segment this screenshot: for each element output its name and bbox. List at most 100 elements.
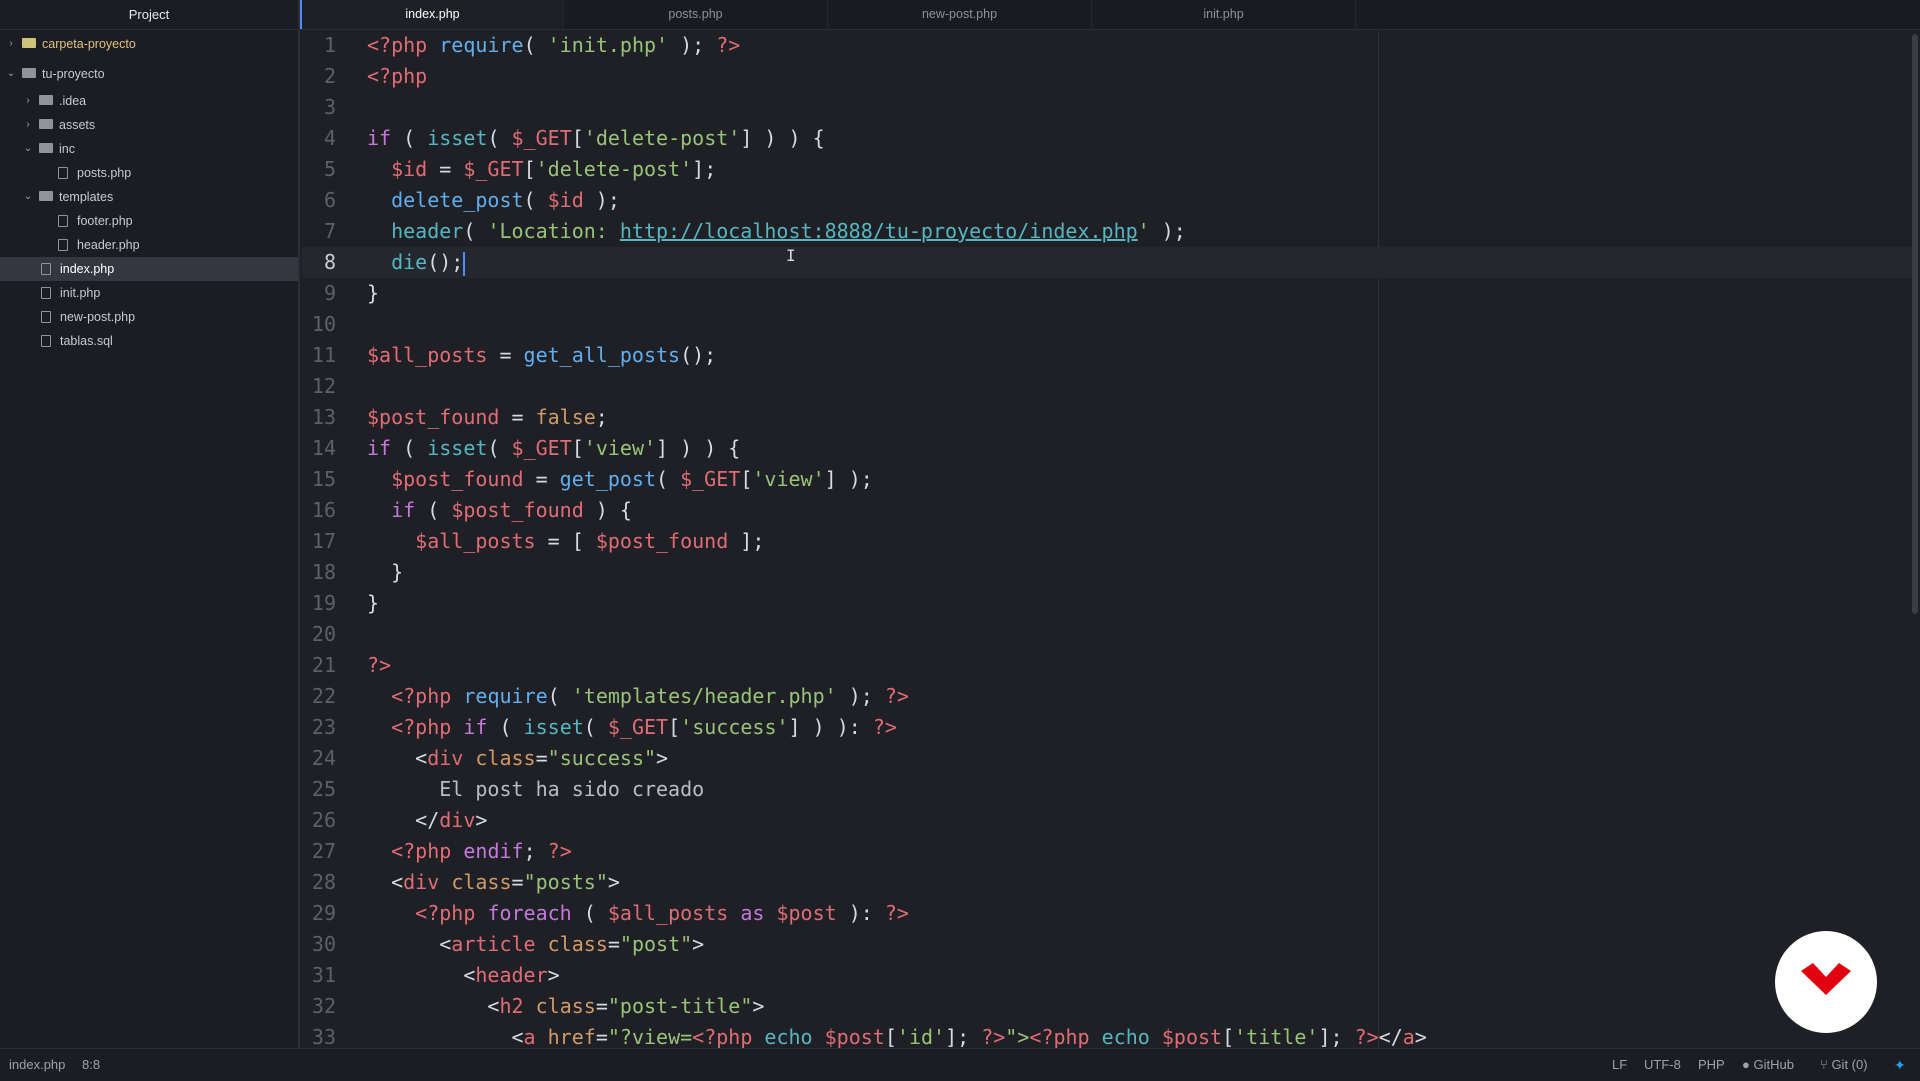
tree-folder-templates[interactable]: ⌄ templates bbox=[0, 185, 298, 209]
folder-icon bbox=[39, 191, 53, 201]
line-code: <?php require( 'init.php' ); ?> bbox=[367, 33, 741, 57]
tree-file-index-php[interactable]: index.php bbox=[0, 257, 298, 281]
channel-logo bbox=[1775, 931, 1877, 1033]
code-line-20[interactable]: 20 bbox=[302, 619, 1912, 650]
line-code: } bbox=[367, 560, 404, 584]
code-line-30[interactable]: 30 <article class="post"> bbox=[302, 929, 1912, 960]
line-code: <?php bbox=[367, 64, 428, 88]
line-number: 6 bbox=[323, 188, 336, 212]
tree-folder-tu-proyecto[interactable]: ⌄ tu-proyecto bbox=[0, 62, 298, 86]
mouse-ibeam-cursor: I bbox=[786, 246, 796, 265]
project-panel-title: Project bbox=[0, 0, 298, 30]
code-line-8[interactable]: 8 die(); bbox=[302, 247, 1912, 278]
line-number: 3 bbox=[323, 95, 336, 119]
line-number: 20 bbox=[311, 622, 336, 646]
tree-item-label: tu-proyecto bbox=[42, 67, 105, 81]
chevron-down-icon[interactable]: ⌄ bbox=[6, 62, 16, 86]
code-line-26[interactable]: 26 </div> bbox=[302, 805, 1912, 836]
line-code: $post_found = get_post( $_GET['view'] ); bbox=[391, 467, 873, 491]
status-grammar[interactable]: PHP bbox=[1698, 1049, 1725, 1081]
code-line-1[interactable]: 1 <?php require( 'init.php' ); ?> bbox=[302, 30, 1912, 61]
code-line-27[interactable]: 27 <?php endif; ?> bbox=[302, 836, 1912, 867]
line-number: 13 bbox=[311, 405, 336, 429]
status-cursor-position[interactable]: 8:8 bbox=[82, 1049, 100, 1081]
line-code: $post_found = false; bbox=[367, 405, 608, 429]
code-line-19[interactable]: 19} bbox=[302, 588, 1912, 619]
tree-folder-idea[interactable]: › .idea bbox=[0, 89, 298, 113]
tree-item-label: carpeta-proyecto bbox=[42, 37, 136, 51]
code-line-2[interactable]: 2 <?php bbox=[302, 61, 1912, 92]
status-line-ending[interactable]: LF bbox=[1612, 1049, 1627, 1081]
tree-item-label: posts.php bbox=[77, 166, 132, 180]
tree-file-footer-php[interactable]: footer.php bbox=[0, 209, 298, 233]
github-label: GitHub bbox=[1753, 1057, 1794, 1072]
status-encoding[interactable]: UTF-8 bbox=[1644, 1049, 1681, 1081]
line-code: header( 'Location: http://localhost:8888… bbox=[391, 219, 1186, 243]
code-line-11[interactable]: 11 $all_posts = get_all_posts(); bbox=[302, 340, 1912, 371]
line-code: <article class="post"> bbox=[439, 932, 705, 956]
code-line-21[interactable]: 21 ?> bbox=[302, 650, 1912, 681]
line-code: <header> bbox=[463, 963, 560, 987]
code-line-29[interactable]: 29 <?php foreach ( $all_posts as $post )… bbox=[302, 898, 1912, 929]
code-line-12[interactable]: 12 bbox=[302, 371, 1912, 402]
code-url-link[interactable]: http://localhost:8888/tu-proyecto/index.… bbox=[620, 219, 1138, 243]
tree-item-label: init.php bbox=[60, 286, 101, 300]
tree-item-label: header.php bbox=[77, 238, 140, 252]
code-line-15[interactable]: 15 $post_found = get_post( $_GET['view']… bbox=[302, 464, 1912, 495]
code-line-10[interactable]: 10 bbox=[302, 309, 1912, 340]
code-line-32[interactable]: 32 <h2 class="post-title"> bbox=[302, 991, 1912, 1022]
code-line-33[interactable]: 33 <a href="?view=<?php echo $post['id']… bbox=[302, 1022, 1912, 1048]
code-line-9[interactable]: 9} bbox=[302, 278, 1912, 309]
code-line-3[interactable]: 3 bbox=[302, 92, 1912, 123]
tree-file-tablas-sql[interactable]: tablas.sql bbox=[0, 329, 298, 353]
code-line-17[interactable]: 17 $all_posts = [ $post_found ]; bbox=[302, 526, 1912, 557]
code-line-28[interactable]: 28 <div class="posts"> bbox=[302, 867, 1912, 898]
tree-folder-assets[interactable]: › assets bbox=[0, 113, 298, 137]
line-number: 16 bbox=[311, 498, 336, 522]
code-line-7[interactable]: 7 header( 'Location: http://localhost:88… bbox=[302, 216, 1912, 247]
code-line-6[interactable]: 6 delete_post( $id ); bbox=[302, 185, 1912, 216]
line-number: 4 bbox=[323, 126, 336, 150]
code-line-13[interactable]: 13 $post_found = false; bbox=[302, 402, 1912, 433]
tree-folder-carpeta-proyecto[interactable]: › carpeta-proyecto bbox=[0, 32, 298, 56]
line-code: } bbox=[367, 281, 380, 305]
code-line-16[interactable]: 16 if ( $post_found ) { bbox=[302, 495, 1912, 526]
chevron-right-icon[interactable]: › bbox=[23, 113, 33, 137]
code-line-22[interactable]: 22 <?php require( 'templates/header.php'… bbox=[302, 681, 1912, 712]
code-line-14[interactable]: 14 if ( isset( $_GET['view'] ) ) { bbox=[302, 433, 1912, 464]
vertical-scrollbar[interactable] bbox=[1912, 34, 1918, 614]
tree-file-header-php[interactable]: header.php bbox=[0, 233, 298, 257]
tree-item-label: index.php bbox=[60, 262, 115, 276]
status-bar: index.php 8:8 LF UTF-8 PHP ● GitHub ⑂ Gi… bbox=[0, 1048, 1920, 1081]
code-line-4[interactable]: 4 if ( isset( $_GET['delete-post'] ) ) { bbox=[302, 123, 1912, 154]
code-line-18[interactable]: 18 } bbox=[302, 557, 1912, 588]
code-line-5[interactable]: 5 $id = $_GET['delete-post']; bbox=[302, 154, 1912, 185]
line-code: } bbox=[367, 591, 380, 615]
status-github-button[interactable]: ● GitHub bbox=[1742, 1049, 1794, 1081]
tab-bar: index.php posts.php new-post.php init.ph… bbox=[300, 0, 1920, 30]
tree-file-new-post-php[interactable]: new-post.php bbox=[0, 305, 298, 329]
line-number: 31 bbox=[311, 963, 336, 987]
line-code: ?> bbox=[367, 653, 392, 677]
code-line-23[interactable]: 23 <?php if ( isset( $_GET['success'] ) … bbox=[302, 712, 1912, 743]
status-current-file[interactable]: index.php bbox=[9, 1049, 65, 1081]
code-line-31[interactable]: 31 <header> bbox=[302, 960, 1912, 991]
chevron-down-icon[interactable]: ⌄ bbox=[23, 185, 33, 209]
code-line-25[interactable]: 25 El post ha sido creado bbox=[302, 774, 1912, 805]
tab-posts-php[interactable]: posts.php bbox=[564, 0, 828, 29]
chevron-right-icon[interactable]: › bbox=[6, 32, 16, 56]
chevron-right-icon[interactable]: › bbox=[23, 89, 33, 113]
line-number: 9 bbox=[323, 281, 336, 305]
tree-file-posts-php[interactable]: posts.php bbox=[0, 161, 298, 185]
line-code: <div class="success"> bbox=[415, 746, 669, 770]
code-line-24[interactable]: 24 <div class="success"> bbox=[302, 743, 1912, 774]
twitter-bird-icon[interactable]: ✦ bbox=[1894, 1049, 1906, 1081]
tab-index-php[interactable]: index.php bbox=[300, 0, 564, 29]
tab-new-post-php[interactable]: new-post.php bbox=[828, 0, 1092, 29]
status-git-button[interactable]: ⑂ Git (0) bbox=[1820, 1049, 1868, 1081]
chevron-down-icon[interactable]: ⌄ bbox=[23, 137, 33, 161]
tree-file-init-php[interactable]: init.php bbox=[0, 281, 298, 305]
code-editor[interactable]: 1 <?php require( 'init.php' ); ?> 2 <?php … bbox=[302, 30, 1920, 1048]
tree-folder-inc[interactable]: ⌄ inc bbox=[0, 137, 298, 161]
tab-init-php[interactable]: init.php bbox=[1092, 0, 1356, 29]
